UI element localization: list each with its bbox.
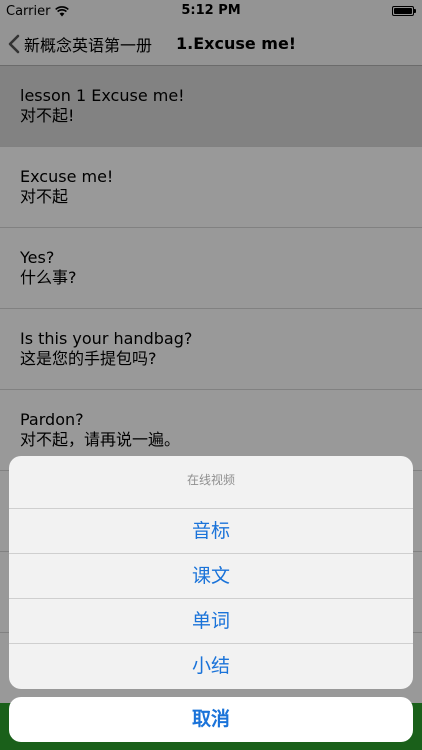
action-sheet-title: 在线视频 [9,456,413,509]
action-text-button[interactable]: 课文 [9,554,413,599]
cancel-button[interactable]: 取消 [9,697,413,742]
action-summary-button[interactable]: 小结 [9,644,413,689]
action-sheet: 在线视频 音标 课文 单词 小结 [9,456,413,689]
action-phonetics-button[interactable]: 音标 [9,509,413,554]
action-words-button[interactable]: 单词 [9,599,413,644]
